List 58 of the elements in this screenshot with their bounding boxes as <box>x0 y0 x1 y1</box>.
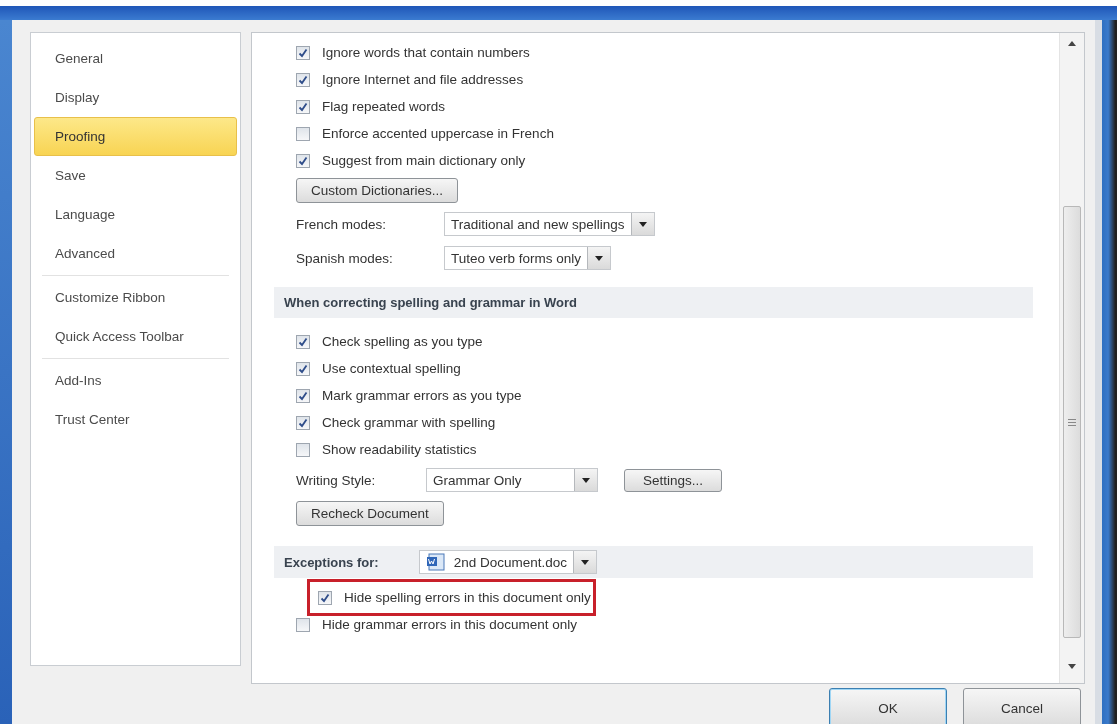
checkbox[interactable] <box>296 334 310 349</box>
field-label: Spanish modes: <box>296 250 394 266</box>
sidebar-item[interactable]: Add-Ins <box>34 361 237 400</box>
sidebar-item[interactable]: Advanced <box>34 234 237 273</box>
checkbox[interactable] <box>296 72 310 87</box>
dropdown[interactable]: Tuteo verb forms only <box>444 246 612 270</box>
dialog-button[interactable]: OK <box>829 688 947 724</box>
caret-icon <box>595 255 604 261</box>
caret-icon <box>580 559 589 565</box>
sidebar-item[interactable]: Quick Access Toolbar <box>34 317 237 356</box>
sidebar-item[interactable]: Trust Center <box>34 400 237 439</box>
checkbox-label: Ignore words that contain numbers <box>322 45 530 60</box>
sidebar-item[interactable]: Save <box>34 156 237 195</box>
dialog-button[interactable]: Custom Dictionaries... <box>296 178 459 203</box>
dropdown[interactable]: 2nd Document.doc <box>418 550 597 574</box>
field-label: Exceptions for: <box>284 554 379 570</box>
dropdown[interactable]: Grammar Only <box>426 468 598 492</box>
settings-button[interactable]: Settings... <box>624 468 723 492</box>
field-label: Writing Style: <box>296 472 377 488</box>
checkbox-label: Use contextual spelling <box>322 361 461 376</box>
checkbox-label: Hide grammar errors in this document only <box>322 617 578 632</box>
dialog-button[interactable]: Recheck Document <box>296 501 444 526</box>
checkbox-label: Hide spelling errors in this document only <box>344 590 591 605</box>
scroll-thumb[interactable] <box>1063 206 1081 638</box>
sidebar-item[interactable]: Display <box>34 78 237 117</box>
sidebar-item[interactable]: General <box>34 39 237 78</box>
checkbox-label: Check spelling as you type <box>322 334 483 349</box>
checkbox[interactable] <box>318 590 332 605</box>
sidebar-item[interactable]: Language <box>34 195 237 234</box>
field-label: French modes: <box>296 216 388 232</box>
checkbox-label: Flag repeated words <box>322 99 446 114</box>
checkbox[interactable] <box>296 126 310 141</box>
scroll-down-icon[interactable] <box>1068 664 1076 669</box>
scrollbar[interactable] <box>1059 33 1084 683</box>
dropdown[interactable]: Traditional and new spellings <box>444 212 655 236</box>
checkbox-label: Ignore Internet and file addresses <box>322 72 524 87</box>
document-icon <box>425 553 446 571</box>
dialog-button[interactable]: Cancel <box>963 688 1081 724</box>
checkbox[interactable] <box>296 99 310 114</box>
checkbox[interactable] <box>296 442 310 457</box>
checkbox-label: Check grammar with spelling <box>322 415 496 430</box>
sidebar-item[interactable]: Customize Ribbon <box>34 278 237 317</box>
checkbox[interactable] <box>296 617 310 632</box>
checkbox[interactable] <box>296 153 310 168</box>
grip-icon <box>1068 418 1076 426</box>
checkbox[interactable] <box>296 388 310 403</box>
checkbox-label: Mark grammar errors as you type <box>322 388 522 403</box>
checkbox-label: Suggest from main dictionary only <box>322 153 526 168</box>
scroll-up-icon[interactable] <box>1068 41 1076 46</box>
sidebar-item[interactable]: Proofing <box>34 117 237 156</box>
checkbox-label: Show readability statistics <box>322 442 477 457</box>
caret-icon <box>638 221 647 227</box>
checkbox[interactable] <box>296 45 310 60</box>
checkbox[interactable] <box>296 415 310 430</box>
section-header: When correcting spelling and grammar in Word <box>274 287 1033 318</box>
caret-icon <box>582 477 590 483</box>
checkbox[interactable] <box>296 361 310 376</box>
checkbox-label: Enforce accented uppercase in French <box>322 126 554 141</box>
